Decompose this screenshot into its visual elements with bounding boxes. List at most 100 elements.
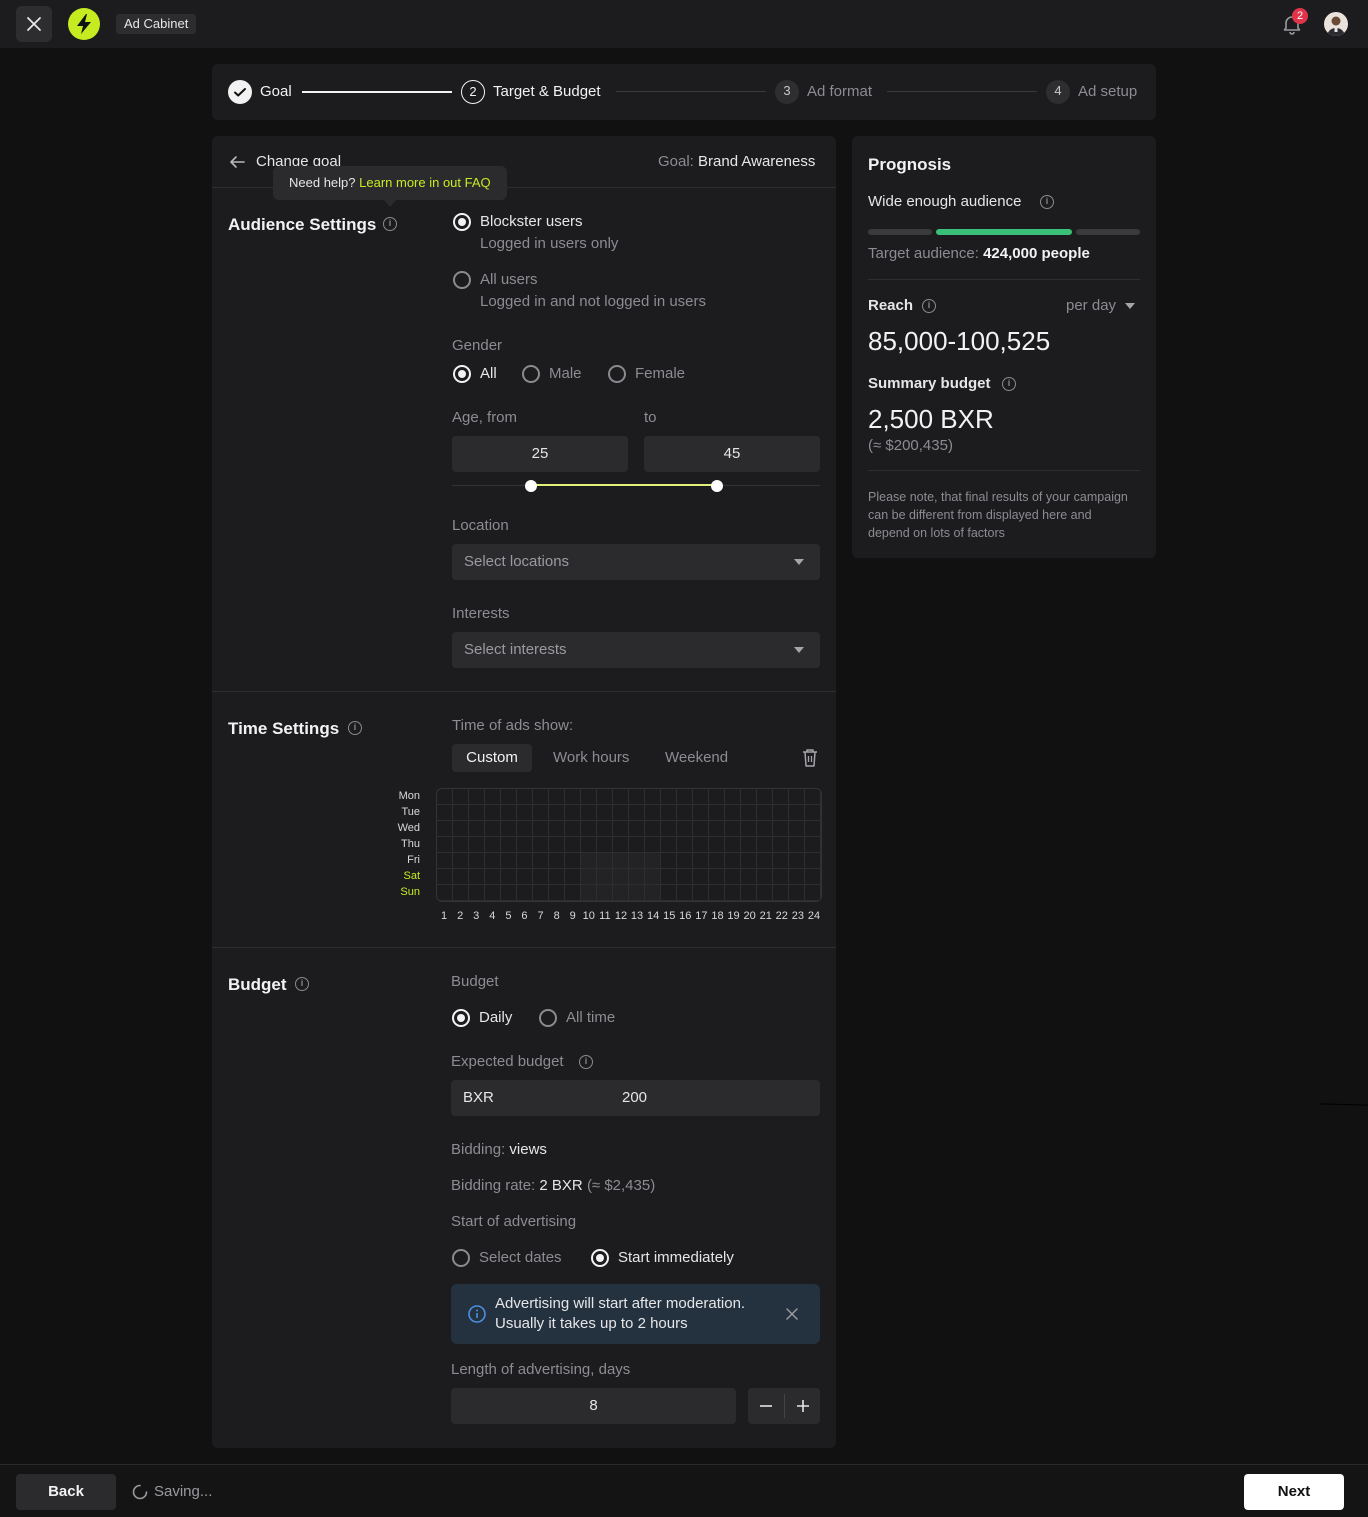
time-cell[interactable] <box>773 885 789 901</box>
time-cell[interactable] <box>725 805 741 821</box>
time-cell[interactable] <box>677 885 693 901</box>
time-cell[interactable] <box>805 853 821 869</box>
time-cell[interactable] <box>645 789 661 805</box>
time-cell[interactable] <box>709 837 725 853</box>
time-cell[interactable] <box>613 789 629 805</box>
time-cell[interactable] <box>693 837 709 853</box>
time-cell[interactable] <box>629 885 645 901</box>
info-icon[interactable]: i <box>348 721 362 735</box>
time-cell[interactable] <box>805 837 821 853</box>
gender-male-radio[interactable] <box>522 365 540 383</box>
time-cell[interactable] <box>693 869 709 885</box>
time-cell[interactable] <box>725 885 741 901</box>
app-logo[interactable] <box>68 8 100 40</box>
time-cell[interactable] <box>773 821 789 837</box>
time-cell[interactable] <box>581 885 597 901</box>
time-cell[interactable] <box>565 885 581 901</box>
time-cell[interactable] <box>613 869 629 885</box>
time-cell[interactable] <box>549 805 565 821</box>
chevron-down-icon[interactable] <box>1125 303 1135 309</box>
time-cell[interactable] <box>517 821 533 837</box>
time-cell[interactable] <box>613 805 629 821</box>
time-cell[interactable] <box>709 805 725 821</box>
time-cell[interactable] <box>629 821 645 837</box>
time-cell[interactable] <box>725 821 741 837</box>
step-ad-format-label[interactable]: Ad format <box>807 82 872 102</box>
time-cell[interactable] <box>725 853 741 869</box>
time-cell[interactable] <box>517 805 533 821</box>
time-cell[interactable] <box>789 853 805 869</box>
time-cell[interactable] <box>437 789 453 805</box>
gender-female-label[interactable]: Female <box>635 364 685 384</box>
time-cell[interactable] <box>741 853 757 869</box>
time-cell[interactable] <box>517 885 533 901</box>
time-cell[interactable] <box>469 885 485 901</box>
time-cell[interactable] <box>597 837 613 853</box>
time-cell[interactable] <box>693 885 709 901</box>
time-cell[interactable] <box>789 869 805 885</box>
time-cell[interactable] <box>517 837 533 853</box>
time-cell[interactable] <box>485 853 501 869</box>
info-icon[interactable]: i <box>1040 195 1054 209</box>
time-cell[interactable] <box>645 837 661 853</box>
time-cell[interactable] <box>453 853 469 869</box>
time-cell[interactable] <box>485 885 501 901</box>
time-cell[interactable] <box>549 821 565 837</box>
time-cell[interactable] <box>565 869 581 885</box>
step-ad-setup-label[interactable]: Ad setup <box>1078 82 1137 102</box>
time-cell[interactable] <box>661 805 677 821</box>
time-cell[interactable] <box>597 869 613 885</box>
age-slider-max-handle[interactable] <box>711 480 723 492</box>
budget-all-time-radio[interactable] <box>539 1009 557 1027</box>
time-cell[interactable] <box>805 805 821 821</box>
time-cell[interactable] <box>581 821 597 837</box>
time-cell[interactable] <box>629 869 645 885</box>
time-cell[interactable] <box>613 821 629 837</box>
time-cell[interactable] <box>645 821 661 837</box>
all-users-label[interactable]: All users <box>480 270 538 290</box>
time-cell[interactable] <box>469 805 485 821</box>
time-cell[interactable] <box>629 789 645 805</box>
time-cell[interactable] <box>565 805 581 821</box>
interests-select[interactable]: Select interests <box>452 632 820 668</box>
time-cell[interactable] <box>533 789 549 805</box>
time-cell[interactable] <box>533 837 549 853</box>
time-cell[interactable] <box>741 805 757 821</box>
time-cell[interactable] <box>501 821 517 837</box>
info-icon[interactable]: i <box>295 977 309 991</box>
start-immediately-radio[interactable] <box>591 1249 609 1267</box>
gender-female-radio[interactable] <box>608 365 626 383</box>
time-cell[interactable] <box>741 869 757 885</box>
close-button[interactable] <box>16 6 52 42</box>
time-cell[interactable] <box>549 853 565 869</box>
time-cell[interactable] <box>805 885 821 901</box>
time-cell[interactable] <box>565 853 581 869</box>
gender-all-radio[interactable] <box>453 365 471 383</box>
time-cell[interactable] <box>693 853 709 869</box>
time-cell[interactable] <box>581 805 597 821</box>
time-cell[interactable] <box>805 821 821 837</box>
time-cell[interactable] <box>501 837 517 853</box>
time-cell[interactable] <box>613 837 629 853</box>
close-icon[interactable] <box>786 1308 798 1320</box>
time-cell[interactable] <box>693 805 709 821</box>
time-grid[interactable] <box>436 788 822 902</box>
time-cell[interactable] <box>549 789 565 805</box>
time-cell[interactable] <box>789 789 805 805</box>
time-cell[interactable] <box>677 805 693 821</box>
next-button[interactable]: Next <box>1244 1474 1344 1510</box>
time-cell[interactable] <box>661 821 677 837</box>
time-cell[interactable] <box>725 869 741 885</box>
time-cell[interactable] <box>661 837 677 853</box>
time-cell[interactable] <box>805 789 821 805</box>
time-cell[interactable] <box>533 869 549 885</box>
select-dates-radio[interactable] <box>452 1249 470 1267</box>
time-cell[interactable] <box>773 869 789 885</box>
time-cell[interactable] <box>485 789 501 805</box>
time-cell[interactable] <box>597 805 613 821</box>
time-cell[interactable] <box>709 789 725 805</box>
time-cell[interactable] <box>453 789 469 805</box>
blockster-users-label[interactable]: Blockster users <box>480 212 583 232</box>
time-cell[interactable] <box>725 789 741 805</box>
time-cell[interactable] <box>709 853 725 869</box>
